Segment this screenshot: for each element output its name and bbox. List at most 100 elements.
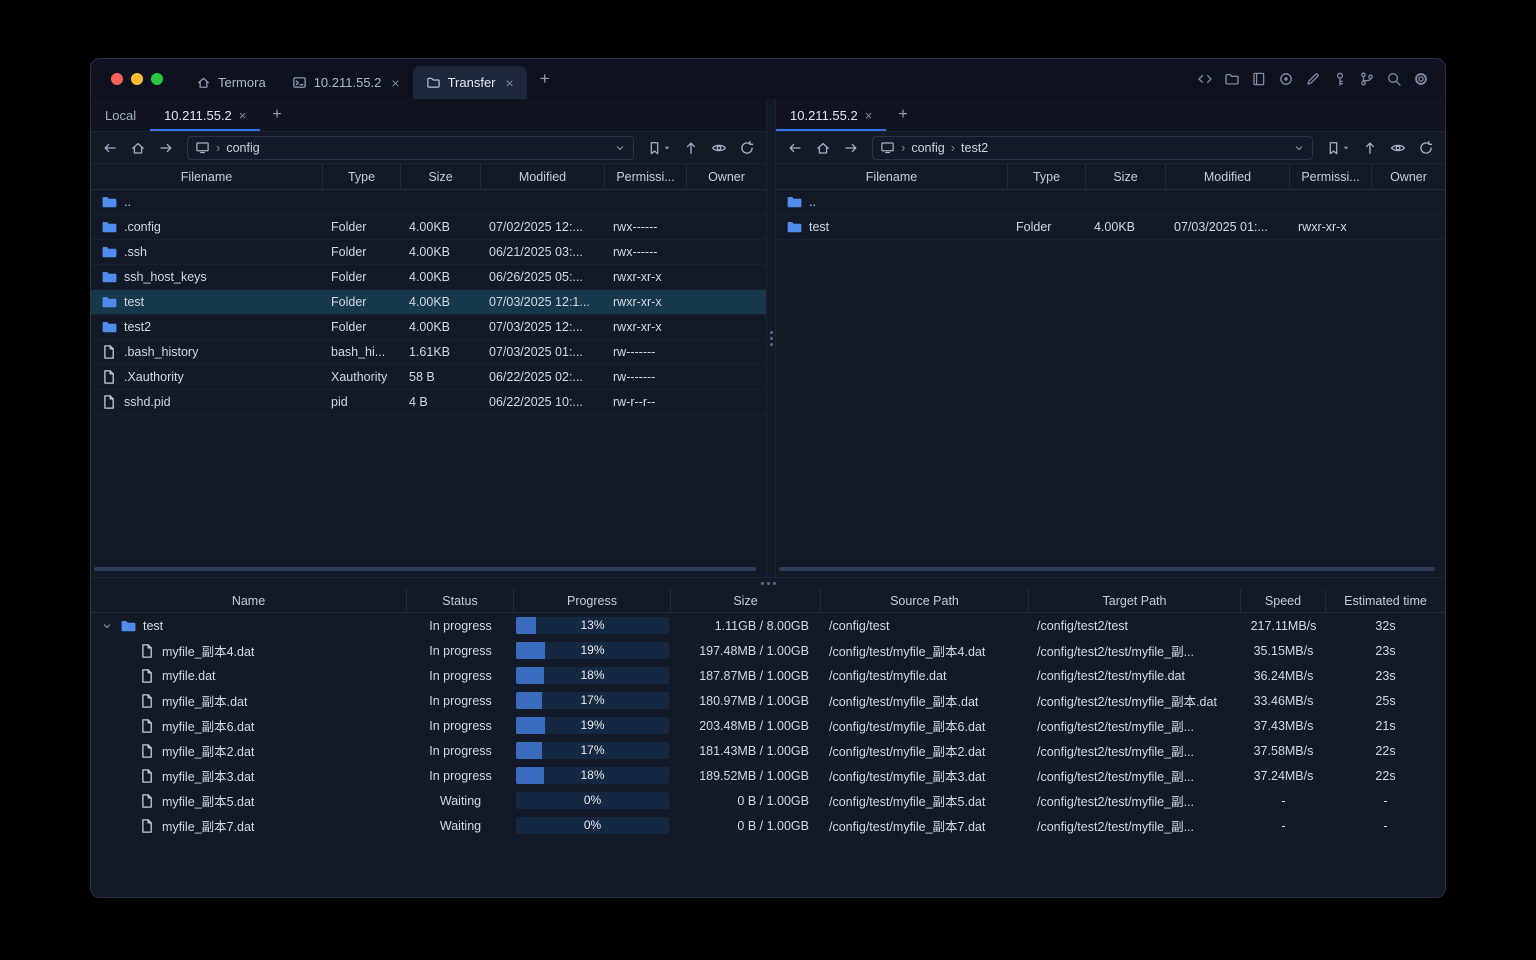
path-segment-test2[interactable]: test2 bbox=[961, 141, 988, 155]
upload-icon[interactable] bbox=[678, 136, 704, 160]
file-row[interactable]: test Folder 4.00KB 07/03/2025 12:1... rwxr-x… bbox=[91, 290, 766, 315]
bookmark-icon[interactable] bbox=[642, 136, 676, 160]
target-path-cell: /config/test2/test/myfile_副... bbox=[1037, 745, 1195, 759]
transfer-row[interactable]: test In progress 13% 1.11GB / 8.00GB/config… bbox=[91, 613, 1445, 638]
refresh-icon[interactable] bbox=[734, 136, 760, 160]
file-row[interactable]: .. bbox=[776, 190, 1445, 215]
home-icon[interactable] bbox=[810, 136, 836, 160]
file-row[interactable]: .bash_history bash_hi... 1.61KB 07/03/2025 … bbox=[91, 340, 766, 365]
file-row[interactable]: .Xauthority Xauthority 58 B 06/22/2025 02:.… bbox=[91, 365, 766, 390]
target-path-cell: /config/test2/test/myfile_副本.dat bbox=[1037, 695, 1217, 709]
column-header-name[interactable]: Name bbox=[91, 589, 407, 612]
branch-icon[interactable] bbox=[1359, 71, 1375, 87]
status-cell: In progress bbox=[429, 718, 492, 733]
column-header-owner[interactable]: Owner bbox=[687, 164, 766, 189]
search-icon[interactable] bbox=[1386, 71, 1402, 87]
transfer-row[interactable]: myfile_副本6.dat In progress 19% 203.48MB / 1… bbox=[91, 713, 1445, 738]
column-header-modified[interactable]: Modified bbox=[1166, 164, 1290, 189]
column-header-progress[interactable]: Progress bbox=[514, 589, 671, 612]
pencil-icon[interactable] bbox=[1305, 71, 1321, 87]
file-row[interactable]: test2 Folder 4.00KB 07/03/2025 12:... rwxr-x… bbox=[91, 315, 766, 340]
path-segment-config[interactable]: config bbox=[911, 141, 944, 155]
folder-action-icon[interactable] bbox=[1224, 71, 1240, 87]
new-panel-tab-button[interactable]: + bbox=[260, 99, 293, 131]
upload-icon[interactable] bbox=[1357, 136, 1383, 160]
close-icon[interactable]: × bbox=[239, 109, 247, 122]
column-header-size[interactable]: Size bbox=[671, 589, 821, 612]
column-header-filename[interactable]: Filename bbox=[91, 164, 323, 189]
transfer-row[interactable]: myfile_副本.dat In progress 17% 180.97MB / 1.… bbox=[91, 688, 1445, 713]
forward-icon[interactable] bbox=[838, 136, 864, 160]
transfer-row[interactable]: myfile_副本4.dat In progress 19% 197.48MB / 1… bbox=[91, 638, 1445, 663]
file-row[interactable]: .. bbox=[91, 190, 766, 215]
titlebar-tab-termora[interactable]: Termora bbox=[183, 66, 279, 99]
panel-tab-10-211-55-2[interactable]: 10.211.55.2 × bbox=[776, 99, 887, 131]
panel-tab-local[interactable]: Local bbox=[91, 99, 150, 131]
column-header-permissi[interactable]: Permissi... bbox=[605, 164, 687, 189]
back-icon[interactable] bbox=[97, 136, 123, 160]
eye-icon[interactable] bbox=[706, 136, 732, 160]
horizontal-scrollbar[interactable] bbox=[94, 567, 763, 571]
traffic-light-close[interactable] bbox=[111, 73, 123, 85]
close-icon[interactable]: × bbox=[391, 76, 399, 90]
eye-icon[interactable] bbox=[1385, 136, 1411, 160]
scrollbar-thumb[interactable] bbox=[779, 567, 1436, 571]
column-header-permissi[interactable]: Permissi... bbox=[1290, 164, 1372, 189]
transfer-row[interactable]: myfile_副本2.dat In progress 17% 181.43MB / 1… bbox=[91, 738, 1445, 763]
chevron-down-icon[interactable] bbox=[1293, 142, 1305, 154]
back-icon[interactable] bbox=[782, 136, 808, 160]
traffic-light-zoom[interactable] bbox=[151, 73, 163, 85]
panel-tab-10-211-55-2[interactable]: 10.211.55.2 × bbox=[150, 99, 261, 131]
file-row[interactable]: sshd.pid pid 4 B 06/22/2025 10:... rw-r--r-- bbox=[91, 390, 766, 415]
titlebar-tab-transfer[interactable]: Transfer × bbox=[412, 66, 527, 99]
book-icon[interactable] bbox=[1251, 71, 1267, 87]
horizontal-splitter[interactable] bbox=[91, 577, 1445, 589]
bookmark-icon[interactable] bbox=[1321, 136, 1355, 160]
record-icon[interactable] bbox=[1278, 71, 1294, 87]
scrollbar-thumb[interactable] bbox=[94, 567, 757, 571]
column-header-size[interactable]: Size bbox=[1086, 164, 1166, 189]
column-header-estimated-time[interactable]: Estimated time bbox=[1326, 589, 1445, 612]
path-breadcrumb[interactable]: › config bbox=[187, 135, 634, 160]
column-header-type[interactable]: Type bbox=[323, 164, 401, 189]
vertical-splitter[interactable] bbox=[766, 99, 776, 577]
key-icon[interactable] bbox=[1332, 71, 1348, 87]
home-icon bbox=[196, 75, 211, 90]
column-header-filename[interactable]: Filename bbox=[776, 164, 1008, 189]
titlebar-tab-10-211-55-2[interactable]: 10.211.55.2 × bbox=[279, 66, 413, 99]
transfer-row[interactable]: myfile_副本3.dat In progress 18% 189.52MB / 1… bbox=[91, 763, 1445, 788]
progress-cell: 18% bbox=[514, 767, 671, 784]
close-icon[interactable]: × bbox=[506, 76, 514, 90]
file-row[interactable]: .ssh Folder 4.00KB 06/21/2025 03:... rwx----… bbox=[91, 240, 766, 265]
transfer-row[interactable]: myfile_副本5.dat Waiting 0% 0 B / 1.00GB/conf… bbox=[91, 788, 1445, 813]
new-panel-tab-button[interactable]: + bbox=[886, 99, 919, 131]
home-icon[interactable] bbox=[125, 136, 151, 160]
filename-cell: test bbox=[91, 294, 323, 310]
column-header-status[interactable]: Status bbox=[407, 589, 514, 612]
column-header-modified[interactable]: Modified bbox=[481, 164, 605, 189]
column-header-owner[interactable]: Owner bbox=[1372, 164, 1445, 189]
column-header-source-path[interactable]: Source Path bbox=[821, 589, 1029, 612]
column-header-speed[interactable]: Speed bbox=[1241, 589, 1326, 612]
traffic-light-minimize[interactable] bbox=[131, 73, 143, 85]
new-tab-button[interactable]: + bbox=[527, 59, 563, 99]
code-icon[interactable] bbox=[1197, 71, 1213, 87]
gear-icon[interactable] bbox=[1413, 71, 1429, 87]
forward-icon[interactable] bbox=[153, 136, 179, 160]
transfer-row[interactable]: myfile.dat In progress 18% 187.87MB / 1.00G… bbox=[91, 663, 1445, 688]
column-header-type[interactable]: Type bbox=[1008, 164, 1086, 189]
filename-cell: sshd.pid bbox=[91, 394, 323, 410]
chevron-down-icon[interactable] bbox=[614, 142, 626, 154]
close-icon[interactable]: × bbox=[865, 109, 873, 122]
file-row[interactable]: .config Folder 4.00KB 07/02/2025 12:... rwx-… bbox=[91, 215, 766, 240]
transfer-row[interactable]: myfile_副本7.dat Waiting 0% 0 B / 1.00GB/conf… bbox=[91, 813, 1445, 838]
refresh-icon[interactable] bbox=[1413, 136, 1439, 160]
path-segment-config[interactable]: config bbox=[226, 141, 259, 155]
column-header-target-path[interactable]: Target Path bbox=[1029, 589, 1241, 612]
horizontal-scrollbar[interactable] bbox=[779, 567, 1442, 571]
path-breadcrumb[interactable]: › config › test2 bbox=[872, 135, 1313, 160]
column-header-size[interactable]: Size bbox=[401, 164, 481, 189]
chevron-expand-icon[interactable] bbox=[101, 620, 113, 632]
file-row[interactable]: ssh_host_keys Folder 4.00KB 06/26/2025 05:.… bbox=[91, 265, 766, 290]
file-row[interactable]: test Folder 4.00KB 07/03/2025 01:... rwxr-xr… bbox=[776, 215, 1445, 240]
